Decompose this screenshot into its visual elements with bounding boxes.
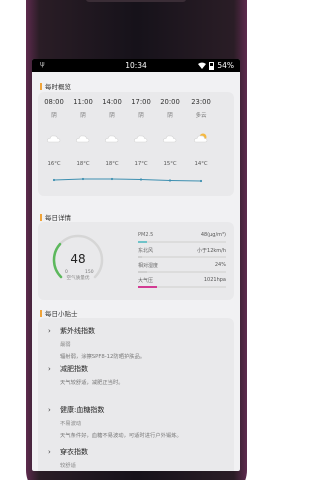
hour-time: 14:00: [102, 98, 122, 106]
hour-condition: 阴: [51, 113, 57, 119]
cloud-icon: [163, 135, 177, 143]
metric-bar: [138, 241, 147, 243]
hour-time: 08:00: [44, 98, 64, 106]
aqi-label: 空气质量优: [66, 276, 90, 281]
temperature-point: [110, 177, 114, 181]
tip-title: 紫外线指数: [60, 327, 95, 335]
hour-time: 17:00: [131, 98, 151, 106]
section-accent-bar: [40, 82, 42, 90]
phone-speaker: [86, 0, 186, 2]
hour-temp: 15°C: [163, 161, 177, 167]
hour-time: 11:00: [73, 98, 93, 106]
metric-label: 相对湿度: [138, 263, 159, 269]
hour-time: 23:00: [191, 98, 211, 106]
hourly-card: 08:00 阴 16°C 11:00 阴 18°C 14:00 阴 18°C 17:00 阴 17°C…: [38, 92, 234, 196]
hour-temp: 18°C: [76, 161, 90, 167]
tip-item[interactable]: › 紫外线指数最弱辐射弱，涂擦SPF8-12防晒护肤品。: [48, 326, 228, 360]
metric-row: 相对湿度 24%: [138, 262, 226, 274]
tip-title: 减肥指数: [60, 365, 88, 373]
partly-cloudy-icon: [194, 133, 208, 143]
hour-column: 11:00 阴 18°C: [71, 98, 95, 167]
metric-value: 48(μg/m³): [200, 232, 226, 238]
temperature-point: [199, 179, 203, 183]
hour-column: 17:00 阴 17°C: [129, 98, 153, 167]
hour-column: 23:00 多云 14°C: [189, 98, 213, 167]
metric-row: 大气压 1021hpa: [138, 277, 226, 289]
metric-value: 1021hpa: [203, 277, 226, 283]
metric-track: [138, 241, 226, 243]
temperature-line: [53, 178, 202, 182]
tips-section-title: 每日小贴士: [40, 308, 78, 318]
chevron-right-icon: ›: [48, 448, 51, 456]
metric-label: 大气压: [138, 278, 154, 284]
metric-value: 小于12km/h: [197, 248, 226, 254]
metric-value: 24%: [214, 262, 226, 268]
temperature-point: [168, 179, 172, 182]
hourly-section-title: 每时概览: [40, 81, 71, 91]
wifi-icon: [198, 62, 207, 69]
cloud-icon: [76, 135, 90, 143]
metric-bar: [138, 271, 147, 273]
metric-track: [138, 256, 226, 258]
metric-label: PM2.5: [138, 232, 154, 238]
metric-track: [138, 271, 226, 273]
temperature-point: [81, 177, 85, 181]
hour-time: 20:00: [160, 98, 180, 106]
hour-temp: 16°C: [47, 161, 61, 167]
hour-temp: 14°C: [194, 161, 208, 167]
metric-row: PM2.5 48(μg/m³): [138, 232, 226, 244]
details-card: 48 0 150 空气质量优 PM2.5 48(μg/m³) 东北风 小于12km/h…: [38, 222, 234, 300]
chevron-right-icon: ›: [48, 327, 51, 335]
cloud-icon: [47, 135, 61, 143]
cloud-icon: [105, 135, 119, 143]
aqi-gauge: 48 0 150 空气质量优: [46, 228, 110, 292]
tip-description: 辐射弱，涂擦SPF8-12防晒护肤品。: [60, 354, 146, 360]
stage: ψ 10:34 54% 每时概览 08:00 阴 16°C 11:00 阴 18°C 14:…: [0, 0, 270, 480]
chevron-right-icon: ›: [48, 365, 51, 373]
app-screen: ψ 10:34 54% 每时概览 08:00 阴 16°C 11:00 阴 18°C 14:…: [32, 59, 240, 471]
hour-column: 08:00 阴 16°C: [42, 98, 66, 167]
metric-bar: [138, 286, 158, 288]
temperature-point: [139, 178, 143, 181]
metric-bar: [138, 256, 143, 258]
metric-label: 东北风: [138, 248, 154, 254]
tip-item[interactable]: › 健康:血糖指数 不易波动天气条件好，血糖不易波动，可适时进行户外锻炼。: [48, 405, 228, 439]
hour-condition: 阴: [80, 113, 86, 119]
hour-condition: 多云: [195, 113, 207, 119]
tip-title: 穿衣指数: [60, 448, 88, 456]
hour-condition: 阴: [109, 113, 115, 119]
aqi-value: 48: [70, 252, 86, 266]
tip-description: 天气条件好，血糖不易波动，可适时进行户外锻炼。: [60, 433, 182, 439]
tip-level: 不易波动: [60, 421, 82, 427]
hour-condition: 阴: [167, 113, 173, 119]
temperature-point: [52, 178, 56, 182]
tip-item[interactable]: ›穿衣指数较舒适建议穿薄外套或牛仔裤等服装。: [48, 447, 228, 471]
status-bar: ψ 10:34 54%: [32, 59, 240, 72]
chevron-right-icon: ›: [48, 406, 51, 414]
tip-description: 天气较舒适，减肥正当时。: [60, 380, 124, 386]
tip-level: 较舒适: [60, 463, 76, 469]
hour-condition: 阴: [138, 113, 144, 119]
battery-icon: [209, 61, 215, 70]
hour-temp: 17°C: [134, 161, 148, 167]
details-section-title: 每日详情: [40, 212, 71, 222]
hour-column: 14:00 阴 18°C: [100, 98, 124, 167]
hour-temp: 18°C: [105, 161, 119, 167]
hour-column: 20:00 阴 15°C: [158, 98, 182, 167]
tip-item[interactable]: › 减肥指数天气较舒适，减肥正当时。: [48, 364, 228, 386]
metric-row: 东北风 小于12km/h: [138, 247, 226, 259]
battery-percent: 54%: [217, 61, 234, 70]
tip-level: 最弱: [60, 342, 71, 348]
tips-card: › 紫外线指数最弱辐射弱，涂擦SPF8-12防晒护肤品。 › 减肥指数天气较舒适，减肥…: [38, 318, 234, 471]
tip-title: 健康:血糖指数: [60, 406, 105, 414]
cloud-icon: [134, 135, 148, 143]
